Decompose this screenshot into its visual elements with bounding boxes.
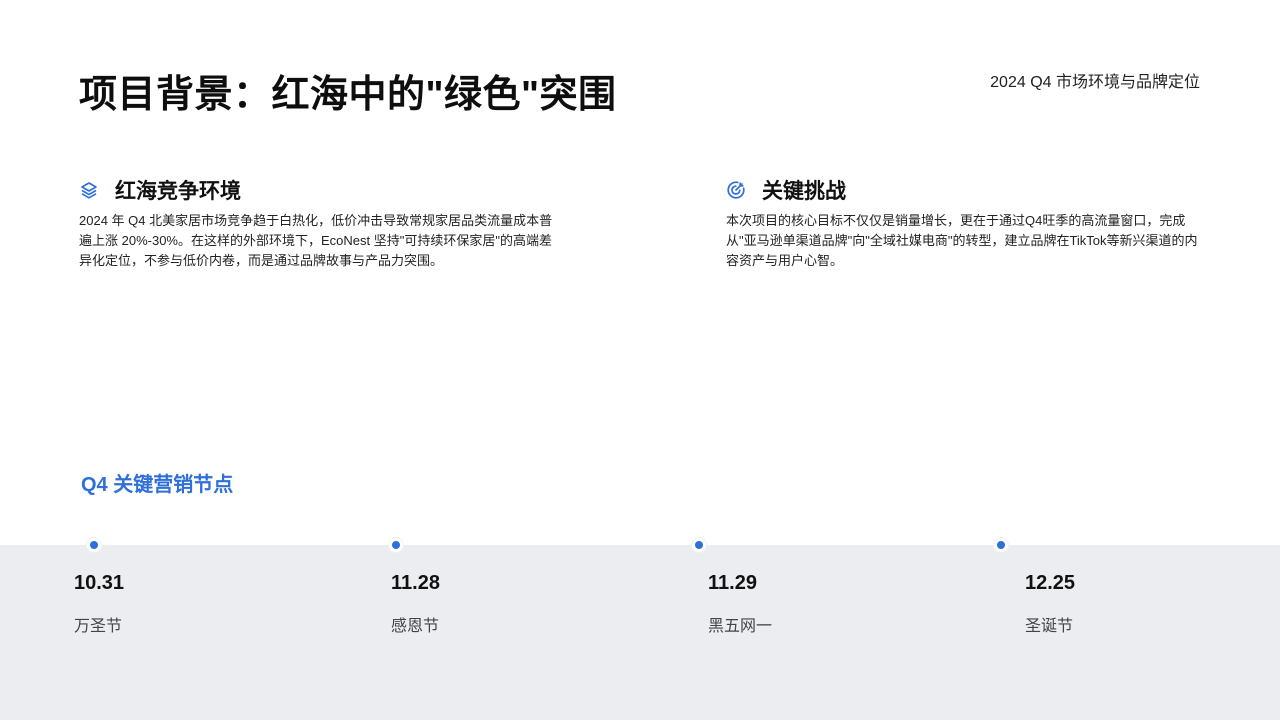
timeline-event: 圣诞节	[1025, 618, 1074, 635]
target-icon	[726, 180, 746, 200]
timeline-event: 黑五网一	[708, 618, 773, 635]
section-title: 红海竞争环境	[115, 180, 241, 203]
timeline-dot	[87, 538, 101, 552]
timeline-dot	[692, 538, 706, 552]
timeline-dot	[994, 538, 1008, 552]
section-body: 本次项目的核心目标不仅仅是销量增长，更在于通过Q4旺季的高流量窗口，完成从"亚马…	[726, 213, 1198, 268]
page-subtitle: 2024 Q4 市场环境与品牌定位	[990, 74, 1200, 91]
section-header: 红海竞争环境	[79, 176, 553, 204]
layers-icon	[79, 180, 99, 200]
section-title: 关键挑战	[762, 180, 846, 203]
timeline-band	[0, 545, 1280, 720]
section-challenge: 关键挑战 本次项目的核心目标不仅仅是销量增长，更在于通过Q4旺季的高流量窗口，完…	[726, 176, 1200, 271]
timeline-event: 万圣节	[74, 618, 123, 635]
timeline-date: 10.31	[74, 572, 125, 594]
section-header: 关键挑战	[726, 176, 1200, 204]
timeline-date: 11.28	[391, 572, 440, 594]
timeline-dot	[389, 538, 403, 552]
page-title: 项目背景：红海中的"绿色"突围	[79, 74, 617, 116]
timeline-title: Q4 关键营销节点	[81, 474, 234, 496]
timeline-date: 12.25	[1025, 572, 1076, 594]
timeline-date: 11.29	[708, 572, 757, 594]
section-competition: 红海竞争环境 2024 年 Q4 北美家居市场竞争趋于白热化，低价冲击导致常规家…	[79, 176, 553, 271]
section-body: 2024 年 Q4 北美家居市场竞争趋于白热化，低价冲击导致常规家居品类流量成本…	[79, 213, 553, 268]
timeline-event: 感恩节	[391, 618, 440, 635]
